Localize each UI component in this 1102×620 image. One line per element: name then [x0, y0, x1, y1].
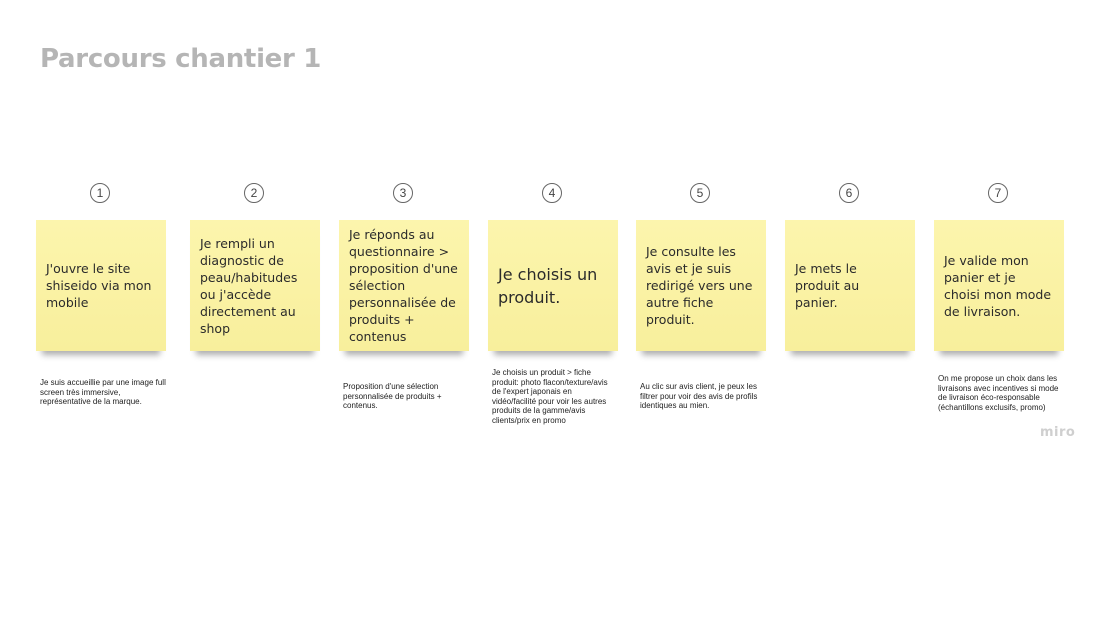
step-number-badge: 2	[244, 183, 264, 203]
step-number-badge: 7	[988, 183, 1008, 203]
sticky-note[interactable]: Je mets le produit au panier.	[785, 220, 915, 351]
step-caption: Je choisis un produit > fiche produit: p…	[492, 368, 608, 425]
miro-watermark: miro	[1040, 425, 1076, 440]
step-caption: Je suis accueillie par une image full sc…	[40, 378, 166, 406]
sticky-note-text: J'ouvre le site shiseido via mon mobile	[46, 261, 152, 310]
sticky-note[interactable]: Je rempli un diagnostic de peau/habitude…	[190, 220, 320, 351]
sticky-note-text: Je consulte les avis et je suis redirigé…	[646, 244, 753, 327]
sticky-note[interactable]: Je choisis un produit.	[488, 220, 618, 351]
sticky-note-text: Je réponds au questionnaire > propositio…	[349, 227, 458, 344]
sticky-note-text: Je choisis un produit.	[498, 264, 598, 307]
step-caption: Proposition d'une sélection personnalisé…	[343, 382, 442, 410]
sticky-note[interactable]: J'ouvre le site shiseido via mon mobile	[36, 220, 166, 351]
step-number-badge: 6	[839, 183, 859, 203]
step-number-badge: 5	[690, 183, 710, 203]
page-title: Parcours chantier 1	[40, 44, 322, 74]
sticky-note-text: Je rempli un diagnostic de peau/habitude…	[200, 235, 298, 336]
step-number-badge: 3	[393, 183, 413, 203]
sticky-note[interactable]: Je réponds au questionnaire > propositio…	[339, 220, 469, 351]
step-caption: On me propose un choix dans les livraiso…	[938, 374, 1059, 412]
step-number-badge: 4	[542, 183, 562, 203]
sticky-note[interactable]: Je consulte les avis et je suis redirigé…	[636, 220, 766, 351]
step-caption: Au clic sur avis client, je peux les fil…	[640, 382, 758, 410]
sticky-note[interactable]: Je valide mon panier et je choisi mon mo…	[934, 220, 1064, 351]
sticky-note-text: Je valide mon panier et je choisi mon mo…	[944, 252, 1052, 319]
step-number-badge: 1	[90, 183, 110, 203]
sticky-note-text: Je mets le produit au panier.	[795, 261, 860, 310]
